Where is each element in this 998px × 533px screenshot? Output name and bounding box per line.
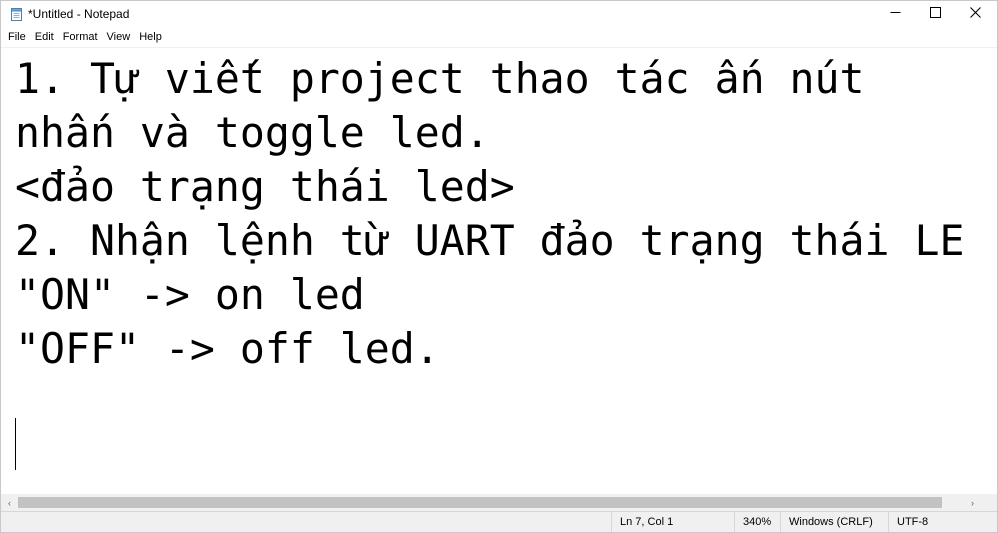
close-icon (970, 5, 981, 23)
chevron-left-icon: ‹ (8, 497, 11, 508)
maximize-icon (930, 5, 941, 23)
encoding: UTF-8 (888, 512, 997, 532)
menu-bar: File Edit Format View Help (1, 28, 997, 46)
notepad-window: *Untitled - Notepad File Edit Format Vie… (0, 0, 998, 533)
menu-format[interactable]: Format (59, 29, 103, 45)
line-ending: Windows (CRLF) (780, 512, 888, 532)
zoom-level: 340% (734, 512, 780, 532)
scroll-thumb[interactable] (18, 497, 942, 508)
menu-help[interactable]: Help (135, 29, 167, 45)
maximize-button[interactable] (913, 1, 958, 27)
text-editor-area[interactable]: 1. Tự viết project thao tác ấn nút nhấn … (1, 47, 997, 494)
chevron-right-icon: › (971, 497, 974, 508)
minimize-icon (890, 5, 901, 23)
minimize-button[interactable] (873, 1, 918, 27)
scroll-right-button[interactable]: › (964, 494, 981, 511)
menu-file[interactable]: File (1, 29, 31, 45)
scrollbar-corner (981, 494, 997, 511)
horizontal-scrollbar[interactable]: ‹ › (1, 494, 997, 511)
text-caret (15, 418, 16, 470)
menu-edit[interactable]: Edit (31, 29, 59, 45)
menu-view[interactable]: View (103, 29, 136, 45)
scroll-left-button[interactable]: ‹ (1, 494, 18, 511)
title-bar[interactable]: *Untitled - Notepad (1, 1, 997, 27)
close-button[interactable] (953, 1, 997, 27)
editor-content[interactable]: 1. Tự viết project thao tác ấn nút nhấn … (15, 52, 964, 376)
cursor-position: Ln 7, Col 1 (611, 512, 734, 532)
status-bar: Ln 7, Col 1 340% Windows (CRLF) UTF-8 (1, 511, 997, 532)
window-title: *Untitled - Notepad (28, 7, 130, 21)
notepad-icon (10, 7, 23, 21)
